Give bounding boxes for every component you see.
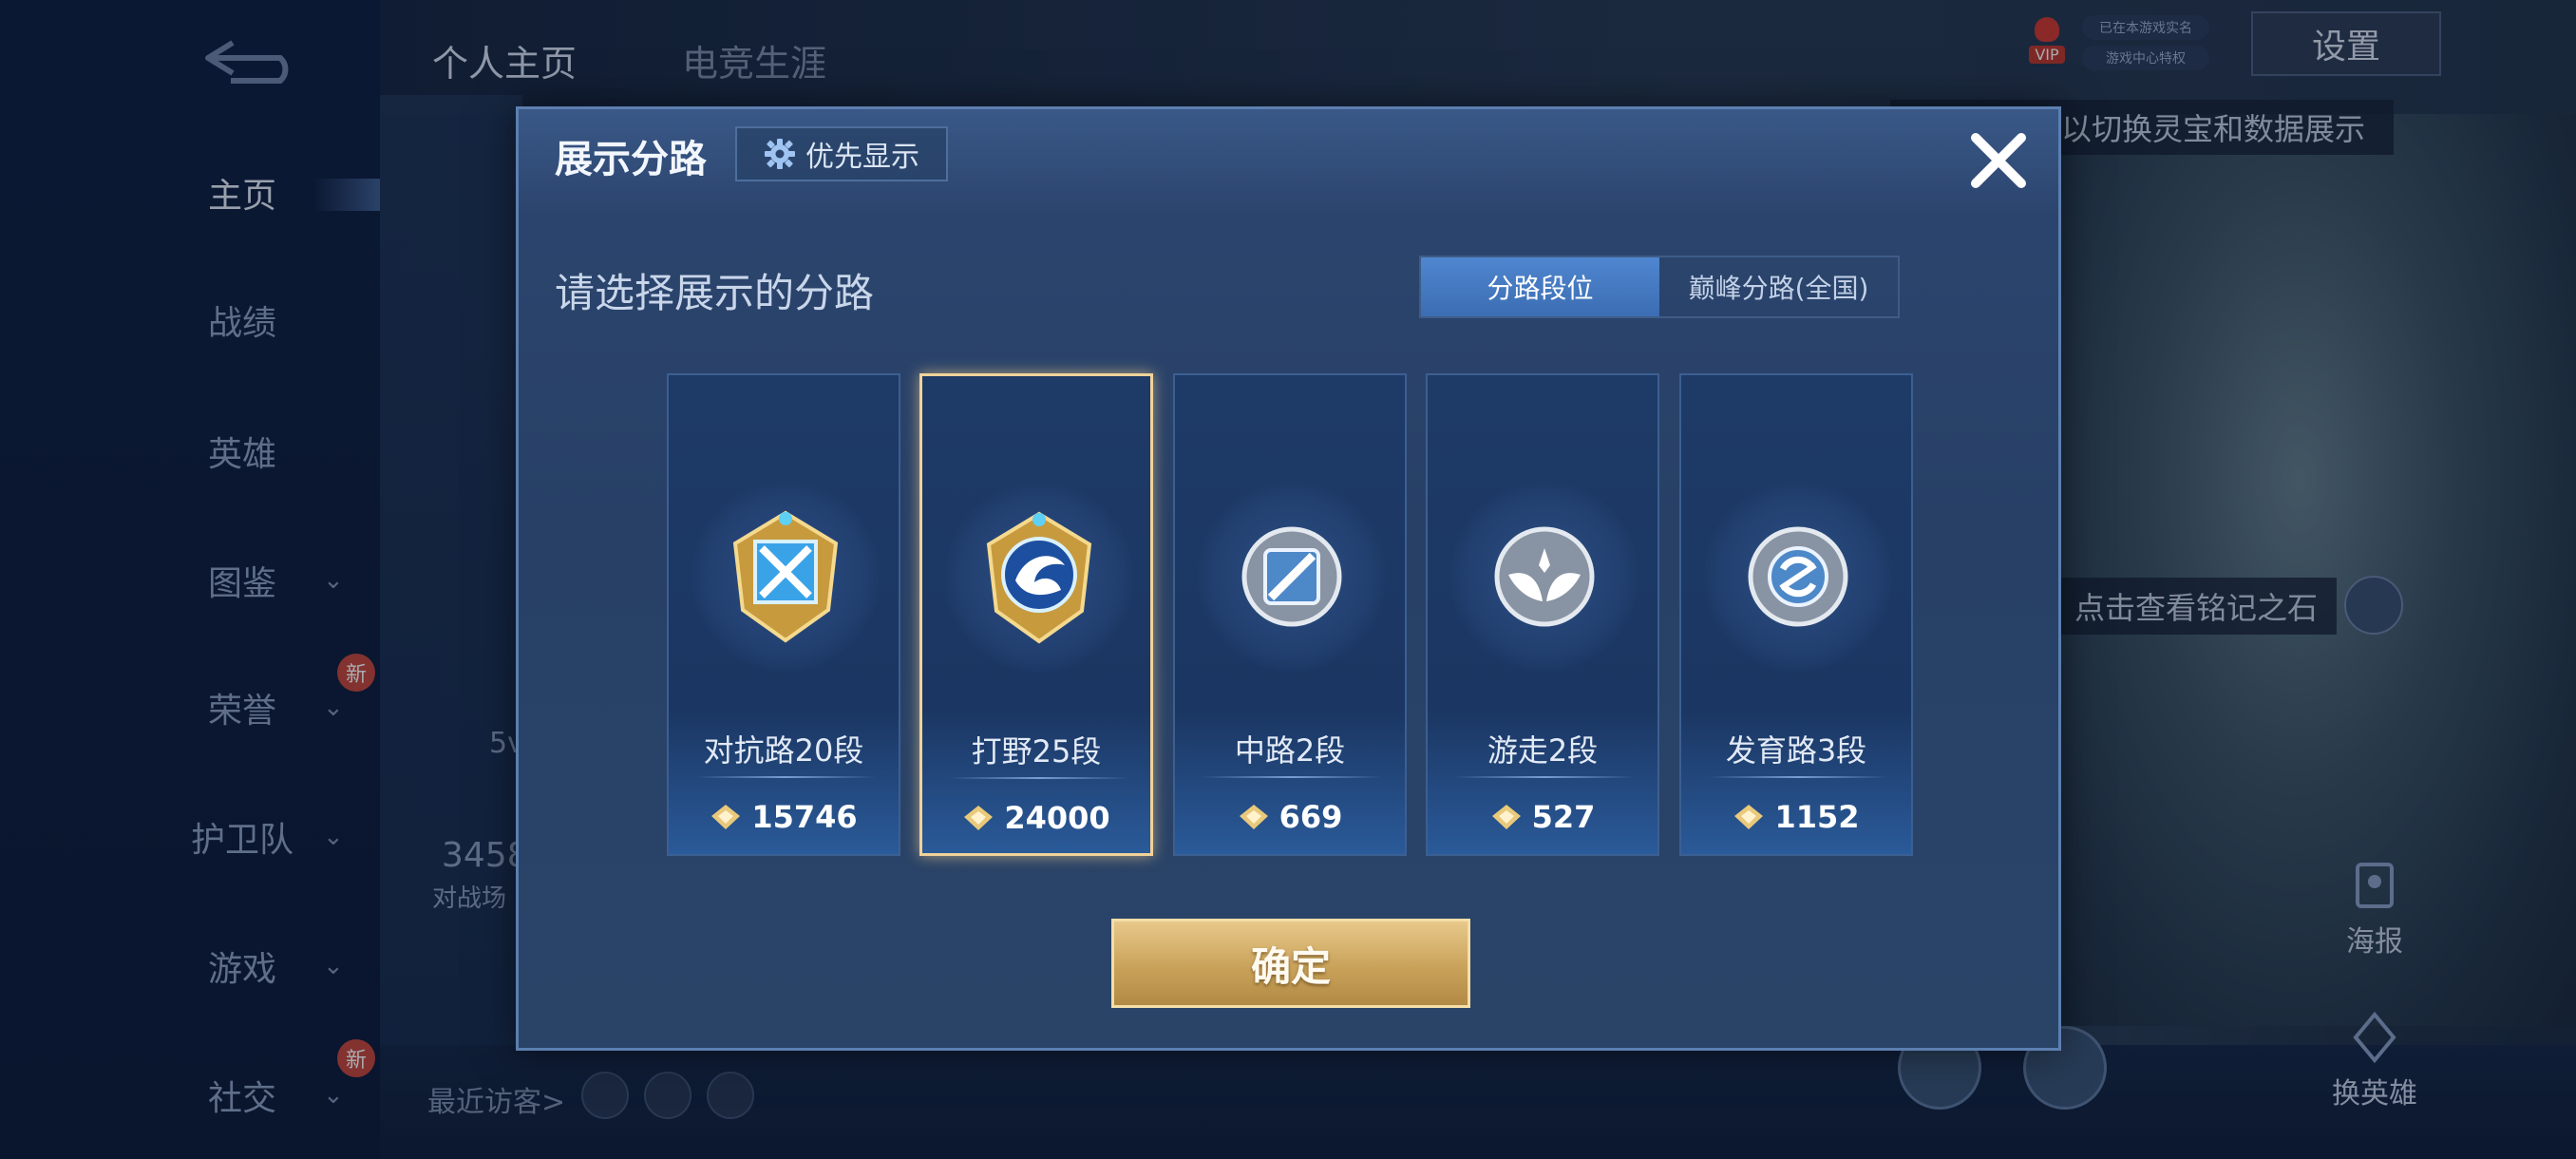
lane-score: 15746 (669, 793, 899, 841)
lane-card-mid[interactable]: 中路2段 669 (1173, 373, 1407, 856)
rank-points-icon (1239, 805, 1268, 829)
divider (949, 777, 1129, 779)
lane-badge (691, 482, 881, 672)
lane-card-roam[interactable]: 游走2段 527 (1426, 373, 1659, 856)
rank-points-icon (711, 805, 741, 829)
lane-score: 669 (1175, 793, 1405, 841)
lane-name: 打野25段 (971, 733, 1102, 770)
lane-score: 1152 (1681, 793, 1911, 841)
lane-name: 中路2段 (1234, 732, 1346, 769)
lane-badge (1703, 482, 1893, 672)
lane-name: 对抗路20段 (703, 732, 864, 769)
lane-score-value: 1152 (1774, 799, 1860, 835)
priority-display-button[interactable]: 优先显示 (735, 126, 948, 181)
lane-card-jungle[interactable]: 打野25段 24000 (919, 373, 1153, 856)
divider (695, 776, 876, 778)
mid-lane-icon (1241, 526, 1342, 627)
tab-peak-lane-national[interactable]: 巅峰分路(全国) (1659, 257, 1898, 316)
divider (1454, 776, 1635, 778)
lane-score: 24000 (922, 794, 1150, 842)
tab-lane-rank[interactable]: 分路段位 (1421, 257, 1659, 316)
lane-badge (1449, 482, 1639, 672)
priority-display-label: 优先显示 (805, 141, 919, 174)
divider (1708, 776, 1888, 778)
rank-points-icon (1734, 805, 1764, 829)
lane-card-clash[interactable]: 对抗路20段 15746 (667, 373, 900, 856)
divider (1202, 776, 1382, 778)
rank-points-icon (1491, 805, 1521, 829)
select-lane-prompt: 请选择展示的分路 (555, 270, 875, 316)
clash-lane-icon (732, 510, 839, 643)
lane-card-farm[interactable]: 发育路3段 1152 (1679, 373, 1913, 856)
lane-score-value: 527 (1531, 799, 1596, 835)
farm-lane-icon (1748, 526, 1848, 627)
lane-score-value: 669 (1279, 799, 1343, 835)
gear-icon (765, 139, 795, 169)
rank-points-icon (964, 806, 994, 830)
lane-name: 游走2段 (1487, 732, 1599, 769)
lane-badge (1197, 482, 1387, 672)
lane-score: 527 (1428, 793, 1657, 841)
roam-icon (1494, 526, 1595, 627)
lane-display-dialog: 展示分路 优先显示 请选择展示的分路 分路段位 巅峰分路(全国) 对抗路20段 … (516, 106, 2061, 1051)
dialog-title: 展示分路 (555, 138, 707, 181)
lane-name: 发育路3段 (1725, 732, 1867, 769)
close-button[interactable] (1962, 124, 2035, 197)
lane-mode-tabs: 分路段位 巅峰分路(全国) (1419, 256, 1900, 318)
lane-badge (944, 483, 1134, 673)
confirm-button[interactable]: 确定 (1111, 919, 1470, 1008)
lane-score-value: 24000 (1004, 800, 1110, 836)
lane-score-value: 15746 (751, 799, 858, 835)
jungle-icon (986, 511, 1092, 644)
close-icon (1971, 133, 2026, 188)
